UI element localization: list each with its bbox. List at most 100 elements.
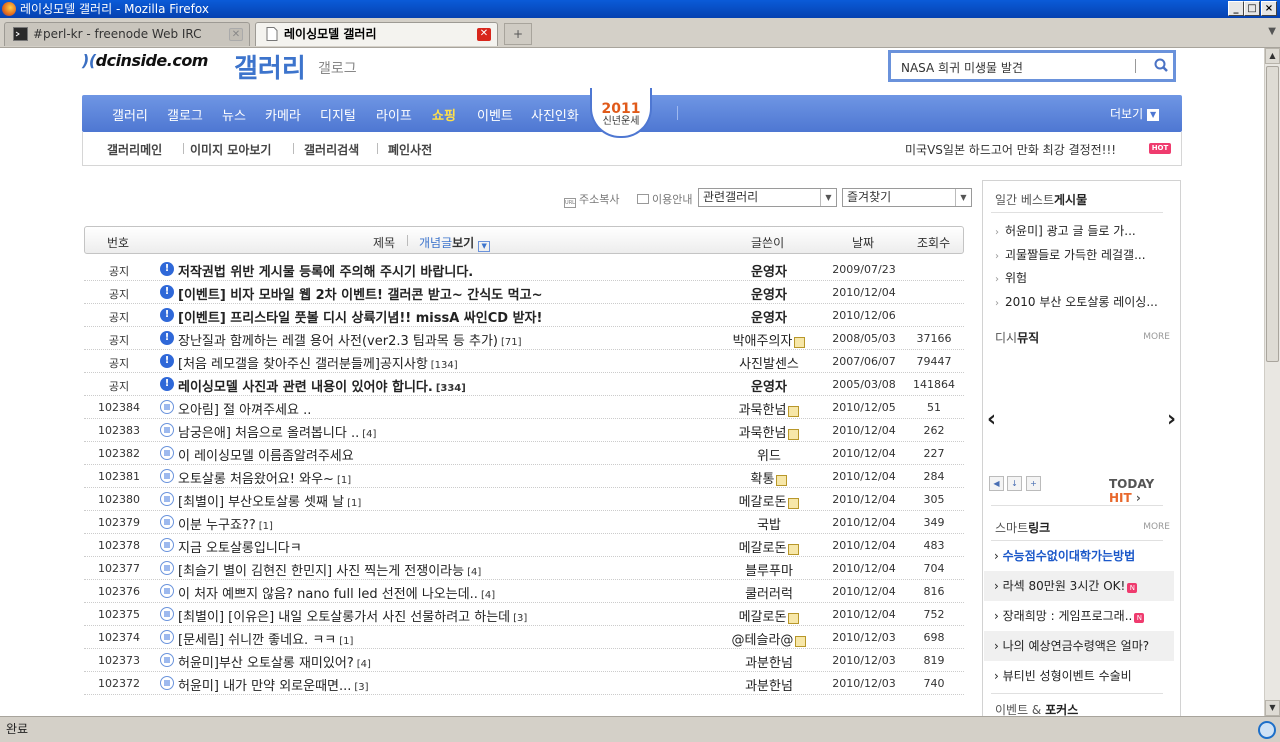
writer-link[interactable]: 쿨러러럭 bbox=[704, 583, 834, 602]
writer-link[interactable]: 운영자 bbox=[704, 307, 834, 326]
writer-link[interactable]: 확통 bbox=[704, 468, 834, 487]
post-title-link[interactable]: 저작권법 위반 게시물 등록에 주의해 주시기 바랍니다. bbox=[178, 261, 473, 280]
post-title-link[interactable]: 오토살롱 처음왔어요! 와우~ [1] bbox=[178, 468, 351, 487]
close-tab-icon[interactable]: ✕ bbox=[477, 28, 491, 41]
plus-icon[interactable]: + bbox=[1026, 476, 1041, 491]
nav-event[interactable]: 이벤트 bbox=[477, 105, 513, 124]
best-item[interactable]: › 괴물짤들로 가득한 레걸갤... bbox=[995, 246, 1146, 263]
smart-link-item[interactable]: › 장래희망 : 게임프로그래.. N bbox=[984, 601, 1174, 631]
subnav-gallery-main[interactable]: 갤러리메인 bbox=[107, 141, 162, 158]
scroll-down-icon[interactable]: ▼ bbox=[1265, 700, 1280, 716]
writer-link[interactable]: 과분한넘 bbox=[704, 652, 834, 671]
best-item[interactable]: › 위험 bbox=[995, 269, 1027, 286]
vertical-scrollbar[interactable]: ▲ ▼ bbox=[1264, 48, 1280, 716]
promo-link[interactable]: 미국VS일본 하드고어 만화 최강 결정전!!! bbox=[905, 141, 1116, 158]
post-title-link[interactable]: [이벤트] 프리스타일 풋볼 디시 상륙기념!! missA 싸인CD 받자! bbox=[178, 307, 542, 326]
right-sidebar: 일간 베스트게시물 › 허윤미] 광고 글 들로 가... › 괴물짤들로 가득한 … bbox=[982, 180, 1181, 716]
writer-link[interactable]: 국밥 bbox=[704, 514, 834, 533]
maximize-button[interactable]: □ bbox=[1244, 1, 1260, 16]
nav-shopping[interactable]: 쇼핑 bbox=[432, 105, 456, 124]
usage-guide-button[interactable]: 이용안내 bbox=[637, 191, 692, 207]
speaker-icon[interactable]: ◀ bbox=[989, 476, 1004, 491]
post-title-link[interactable]: 레이싱모델 사진과 관련 내용이 있어야 합니다. [334] bbox=[178, 376, 466, 395]
tab-list-icon[interactable]: ▼ bbox=[1268, 26, 1276, 37]
post-title-link[interactable]: 허윤미]부산 오토살롱 재미있어? [4] bbox=[178, 652, 371, 671]
writer-link[interactable]: 블루푸마 bbox=[704, 560, 834, 579]
favorites-select[interactable]: 즐겨찾기 ▼ bbox=[842, 188, 972, 207]
writer-link[interactable]: 박애주의자 bbox=[704, 330, 834, 349]
post-title-link[interactable]: 허윤미] 내가 만약 외로운때면... [3] bbox=[178, 675, 369, 694]
post-number: 공지 bbox=[108, 380, 130, 393]
subnav-dictionary[interactable]: 폐인사전 bbox=[388, 141, 432, 158]
post-title-link[interactable]: [문세림] 쉬니깐 좋네요. ㅋㅋ [1] bbox=[178, 629, 353, 648]
writer-link[interactable]: 과묵한넘 bbox=[704, 399, 834, 418]
writer-link[interactable]: 과분한넘 bbox=[704, 675, 834, 694]
writer-link[interactable]: @테슬라@ bbox=[704, 629, 834, 648]
divider bbox=[991, 212, 1163, 213]
post-title-link[interactable]: [최슬기 별이 김현진 한민지] 사진 찍는게 전쟁이라능 [4] bbox=[178, 560, 481, 579]
scroll-thumb[interactable] bbox=[1266, 66, 1279, 362]
close-window-button[interactable]: × bbox=[1261, 1, 1277, 16]
nav-photo-print[interactable]: 사진인화 bbox=[531, 105, 579, 124]
post-title-link[interactable]: 장난질과 함께하는 레갤 용어 사전(ver2.3 팀과목 등 추가) [71] bbox=[178, 330, 522, 349]
close-tab-icon[interactable]: ✕ bbox=[229, 28, 243, 41]
writer-link[interactable]: 사진발센스 bbox=[704, 353, 834, 372]
nav-digital[interactable]: 디지털 bbox=[320, 105, 356, 124]
search-input[interactable] bbox=[901, 58, 1131, 76]
smart-link-item[interactable]: › 나의 예상연금수령액은 얼마? bbox=[984, 631, 1174, 661]
nav-news[interactable]: 뉴스 bbox=[222, 105, 246, 124]
music-more-link[interactable]: MORE bbox=[1143, 332, 1170, 342]
nav-gallery[interactable]: 갤러리 bbox=[112, 105, 148, 124]
gallery-title[interactable]: 갤러리 bbox=[234, 48, 306, 85]
tab-gallery[interactable]: 레이싱모델 갤러리 ✕ bbox=[255, 22, 498, 46]
post-title-link[interactable]: 오아림] 절 아껴주세요 .. bbox=[178, 399, 311, 418]
subnav-image-collection[interactable]: 이미지 모아보기 bbox=[190, 141, 271, 158]
best-item[interactable]: › 2010 부산 오토살롱 레이싱... bbox=[995, 293, 1158, 310]
writer-link[interactable]: 위드 bbox=[704, 445, 834, 464]
divider bbox=[991, 693, 1163, 694]
post-number: 102374 bbox=[98, 631, 140, 644]
nav-camera[interactable]: 카메라 bbox=[265, 105, 301, 124]
best-item[interactable]: › 허윤미] 광고 글 들로 가... bbox=[995, 222, 1136, 239]
post-title-link[interactable]: 남궁은애] 처음으로 올려봅니다 .. [4] bbox=[178, 422, 376, 441]
tab-irc[interactable]: #perl-kr - freenode Web IRC ✕ bbox=[4, 22, 250, 46]
new-tab-button[interactable]: + bbox=[504, 23, 532, 45]
dcinside-logo[interactable]: )(dcinside.com bbox=[82, 51, 208, 70]
more-menu-button[interactable]: 더보기 ▼ bbox=[1110, 105, 1160, 122]
post-title-link[interactable]: [최별이] [이유은] 내일 오토살롱가서 사진 선물하려고 하는데 [3] bbox=[178, 606, 527, 625]
post-title-link[interactable]: 이 처자 예쁘지 않음? nano full led 선전에 나오는데.. [4] bbox=[178, 583, 495, 602]
concept-filter-button[interactable]: 개념글보기 ▼ bbox=[419, 234, 491, 252]
writer-link[interactable]: 메갈로돈 bbox=[704, 491, 834, 510]
writer-link[interactable]: 운영자 bbox=[704, 284, 834, 303]
comment-count: [1] bbox=[347, 498, 362, 509]
post-title-link[interactable]: 이 레이싱모델 이름좀알려주세요 bbox=[178, 445, 354, 464]
post-title-link[interactable]: 이분 누구죠?? [1] bbox=[178, 514, 273, 533]
copy-address-button[interactable]: URL 주소복사 bbox=[564, 191, 619, 208]
post-title-link[interactable]: 지금 오토살롱입니다ㅋ bbox=[178, 537, 302, 556]
nav-life[interactable]: 라이프 bbox=[376, 105, 412, 124]
post-title-link[interactable]: [최별이] 부산오토살롱 셋째 날 [1] bbox=[178, 491, 361, 510]
today-hit-link[interactable]: TODAY HIT › bbox=[1109, 477, 1180, 505]
writer-link[interactable]: 운영자 bbox=[704, 376, 834, 395]
download-icon[interactable]: ↓ bbox=[1007, 476, 1022, 491]
writer-link[interactable]: 메갈로돈 bbox=[704, 606, 834, 625]
search-icon[interactable] bbox=[1153, 57, 1169, 73]
related-gallery-select[interactable]: 관련갤러리 ▼ bbox=[698, 188, 837, 207]
writer-link[interactable]: 과묵한넘 bbox=[704, 422, 834, 441]
minimize-button[interactable]: _ bbox=[1228, 1, 1244, 16]
writer-link[interactable]: 운영자 bbox=[704, 261, 834, 280]
prev-arrow-icon[interactable]: ‹ bbox=[987, 407, 996, 432]
writer-link[interactable]: 메갈로돈 bbox=[704, 537, 834, 556]
post-title-link[interactable]: [처음 레모갤을 찾아주신 갤러분들께]공지사항 [134] bbox=[178, 353, 458, 372]
smart-link-item[interactable]: › 라섹 80만원 3시간 OK! N bbox=[984, 571, 1174, 601]
nav-galog[interactable]: 갤로그 bbox=[167, 105, 203, 124]
smart-link-item[interactable]: › 뷰티빈 성형이벤트 수술비 bbox=[984, 661, 1174, 691]
subnav-gallery-search[interactable]: 갤러리검색 bbox=[304, 141, 359, 158]
galog-link[interactable]: 갤로그 bbox=[318, 58, 357, 78]
next-arrow-icon[interactable]: › bbox=[1167, 407, 1176, 432]
smart-link-item[interactable]: › 수능점수없이대학가는방법 bbox=[984, 541, 1174, 571]
scroll-up-icon[interactable]: ▲ bbox=[1265, 48, 1280, 64]
smart-more-link[interactable]: MORE bbox=[1143, 522, 1170, 532]
post-title-link[interactable]: [이벤트] 비자 모바일 웹 2차 이벤트! 갤러콘 받고~ 간식도 먹고~ bbox=[178, 284, 542, 303]
event-focus-heading: 이벤트 & 포커스 bbox=[995, 703, 1079, 716]
